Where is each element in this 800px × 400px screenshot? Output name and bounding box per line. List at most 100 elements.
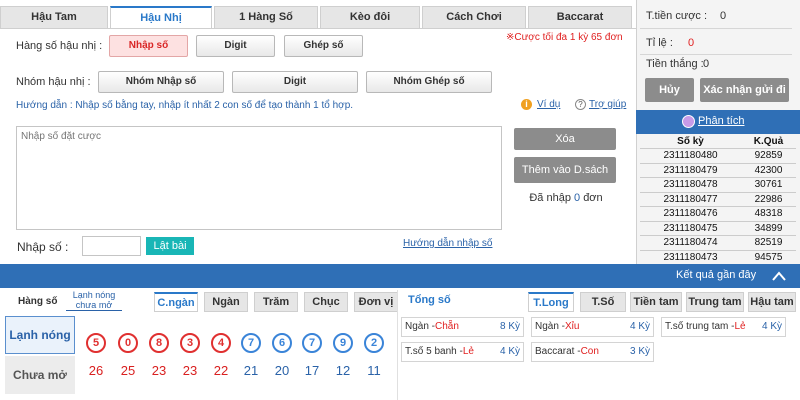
result-cell: 42300 bbox=[741, 163, 796, 178]
chevron-up-icon[interactable] bbox=[772, 270, 786, 282]
number-input[interactable] bbox=[82, 236, 141, 256]
table-row: 2311180475 34899 bbox=[640, 221, 796, 236]
stat-value: Lẻ bbox=[462, 346, 474, 357]
stat-value: Chẵn bbox=[435, 321, 459, 332]
result-cell: 82519 bbox=[741, 235, 796, 251]
cold-count: 21 bbox=[243, 363, 259, 378]
help-link[interactable]: Trợ giúp bbox=[589, 99, 626, 110]
stat-tab-t-long[interactable]: T.Long bbox=[528, 292, 574, 312]
divider bbox=[640, 54, 792, 55]
stat-name: Baccarat - bbox=[535, 346, 581, 357]
col-result-header: K.Quả bbox=[741, 134, 796, 149]
game-tabs: Hậu Tam Hậu Nhị 1 Hàng Số Kèo đôi Cách C… bbox=[0, 0, 636, 30]
win-label: Tiền thắng : bbox=[646, 58, 704, 70]
nhom-nhap-so-button[interactable]: Nhóm Nhập số bbox=[98, 71, 224, 93]
hot-count: 23 bbox=[182, 363, 198, 378]
max-bet-note: ※Cược tối đa 1 kỳ 65 đơn bbox=[506, 32, 623, 43]
lat-bai-button[interactable]: Lật bài bbox=[146, 237, 194, 255]
result-cell: 92859 bbox=[741, 148, 796, 164]
tab-1-hang-so[interactable]: 1 Hàng Số bbox=[214, 6, 318, 28]
stat-cell: Ngàn -Xỉu 4 Kỳ bbox=[531, 317, 654, 337]
hot-count: 22 bbox=[213, 363, 229, 378]
stat-tab-t-so[interactable]: T.Số bbox=[580, 292, 626, 312]
result-cell: 48318 bbox=[741, 206, 796, 222]
row1-label: Hàng số hậu nhị : bbox=[16, 40, 103, 52]
stat-value: Lẻ bbox=[734, 321, 746, 332]
tab-cach-choi[interactable]: Cách Chơi bbox=[422, 6, 526, 28]
table-row: 2311180480 92859 bbox=[640, 148, 796, 164]
rate-value: 0 bbox=[688, 37, 695, 49]
cold-number: 7 bbox=[241, 333, 261, 353]
hot-count: 25 bbox=[120, 363, 136, 378]
nhom-ghep-so-button[interactable]: Nhóm Ghép số bbox=[366, 71, 492, 93]
ghep-so-button[interactable]: Ghép số bbox=[284, 35, 363, 57]
table-row: 2311180478 30761 bbox=[640, 177, 796, 193]
pos-tab-c-ngan[interactable]: C.ngàn bbox=[154, 292, 198, 312]
tong-so-tab[interactable]: Tổng số bbox=[408, 294, 451, 306]
cold-count: 11 bbox=[367, 363, 381, 378]
table-row: 2311180477 22986 bbox=[640, 192, 796, 207]
stat-name: Ngàn - bbox=[405, 321, 436, 332]
stat-tab-trung-tam[interactable]: Trung tam bbox=[686, 292, 744, 312]
period-cell: 2311180475 bbox=[640, 221, 742, 236]
cold-number: 2 bbox=[364, 333, 384, 353]
stat-value: Xỉu bbox=[565, 321, 580, 332]
pos-tab-ngan[interactable]: Ngàn bbox=[204, 292, 248, 312]
hot-count: 23 bbox=[151, 363, 167, 378]
divider bbox=[640, 28, 792, 29]
input-guide-link[interactable]: Hướng dẫn nhập số bbox=[403, 238, 492, 249]
result-cell: 34899 bbox=[741, 221, 796, 236]
cold-row-label: Chưa mở bbox=[5, 356, 75, 394]
hot-number: 5 bbox=[86, 333, 106, 353]
table-row: 2311180476 48318 bbox=[640, 206, 796, 222]
tab-baccarat[interactable]: Baccarat bbox=[528, 6, 632, 28]
stat-name: T.số 5 banh - bbox=[405, 346, 463, 357]
cold-count: 12 bbox=[335, 363, 351, 378]
tab-keo-doi[interactable]: Kèo đôi bbox=[320, 6, 420, 28]
digit-button[interactable]: Digit bbox=[196, 35, 275, 57]
example-link[interactable]: Ví dụ bbox=[537, 99, 560, 110]
stat-ky: 4 Kỳ bbox=[499, 346, 520, 357]
confirm-send-button[interactable]: Xác nhận gửi đi bbox=[700, 78, 789, 102]
period-cell: 2311180476 bbox=[640, 206, 742, 222]
tab-divider bbox=[0, 28, 636, 29]
cancel-button[interactable]: Hủy bbox=[645, 78, 694, 102]
tab-hau-nhi[interactable]: Hậu Nhị bbox=[110, 6, 212, 28]
history-table: Số kỳ K.Quả 2311180480 92859 2311180479 42… bbox=[640, 134, 796, 265]
stat-ky: 4 Kỳ bbox=[761, 321, 782, 332]
analysis-link[interactable]: Phân tích bbox=[698, 115, 744, 127]
pos-tab-tram[interactable]: Trăm bbox=[254, 292, 298, 312]
pos-tab-don-vi[interactable]: Đơn vị bbox=[354, 292, 398, 312]
hangso-tab[interactable]: Hàng số bbox=[18, 296, 57, 307]
lanh-nong-chua-mo-tab[interactable]: Lạnh nóng chưa mở bbox=[66, 290, 122, 311]
total-bet-value: 0 bbox=[720, 10, 727, 22]
stat-tab-tien-tam[interactable]: Tiền tam bbox=[630, 292, 682, 312]
entered-count: Đã nhập 0 đơn bbox=[514, 192, 618, 204]
add-to-list-button[interactable]: Thêm vào D.sách bbox=[514, 157, 616, 183]
entered-suffix: đơn bbox=[583, 192, 603, 204]
bet-number-textarea[interactable] bbox=[16, 126, 502, 230]
stat-name: Ngàn - bbox=[535, 321, 566, 332]
nhom-digit-button[interactable]: Digit bbox=[232, 71, 358, 93]
hot-number: 0 bbox=[118, 333, 138, 353]
table-row: 2311180474 82519 bbox=[640, 235, 796, 251]
total-bet-label: T.tiền cược : bbox=[646, 10, 708, 22]
entered-prefix: Đã nhập bbox=[529, 192, 571, 204]
cold-count: 17 bbox=[304, 363, 320, 378]
period-cell: 2311180480 bbox=[640, 148, 742, 164]
entered-number: 0 bbox=[574, 192, 581, 204]
period-cell: 2311180479 bbox=[640, 163, 742, 178]
tab-hau-tam[interactable]: Hậu Tam bbox=[0, 6, 108, 28]
stat-cell: T.số 5 banh -Lẻ 4 Kỳ bbox=[401, 342, 524, 362]
stat-tab-hau-tam[interactable]: Hậu tam bbox=[748, 292, 796, 312]
stat-ky: 8 Kỳ bbox=[499, 321, 520, 332]
help-icon: ? bbox=[575, 99, 586, 110]
nhap-so-button[interactable]: Nhập số bbox=[109, 35, 188, 57]
hot-number: 8 bbox=[149, 333, 169, 353]
stat-value: Con bbox=[580, 346, 599, 357]
pos-tab-chuc[interactable]: Chục bbox=[304, 292, 348, 312]
delete-button[interactable]: Xóa bbox=[514, 128, 616, 150]
hot-number: 4 bbox=[211, 333, 231, 353]
analysis-icon bbox=[682, 115, 695, 128]
period-cell: 2311180473 bbox=[640, 250, 742, 265]
